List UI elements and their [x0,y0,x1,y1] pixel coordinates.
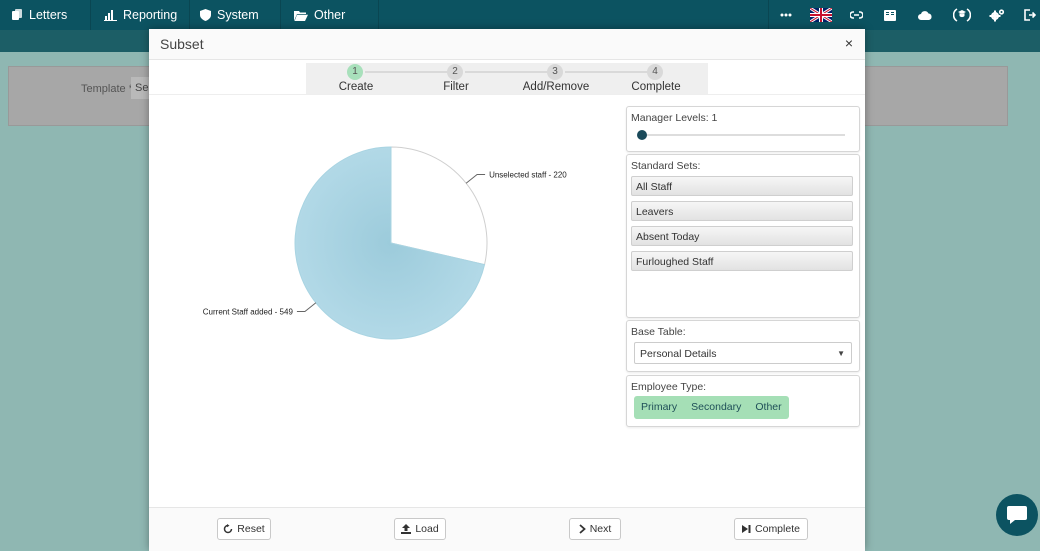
employee-type-other[interactable]: Other [748,396,788,419]
chat-button[interactable] [996,494,1038,536]
employee-type-primary[interactable]: Primary [634,396,684,419]
load-label: Load [415,523,439,535]
upload-icon [401,524,412,534]
subset-modal: Subset × 1 Create 2 Filter 3 Add/Remove … [149,29,865,551]
manager-levels-panel: Manager Levels: 1 [626,106,860,152]
reset-button[interactable]: Reset [217,518,271,540]
nav-divider [378,0,379,30]
logout-icon [1024,9,1036,21]
step-forward-icon [742,525,751,533]
step-label: Add/Remove [522,81,590,93]
nav-reporting[interactable]: Reporting [104,0,177,30]
nav-divider [280,0,281,30]
logout-button[interactable] [1018,0,1040,30]
step-number: 4 [647,64,663,80]
shield-icon [200,9,211,21]
manager-levels-slider-handle[interactable] [637,130,647,140]
step-label: Complete [631,81,681,93]
base-table-select[interactable]: Personal Details ▼ [634,342,852,364]
employee-type-panel: Employee Type: Primary Secondary Other [626,375,860,427]
nav-other-label: Other [314,8,346,22]
step-label: Filter [443,81,469,93]
pie-data-label: Current Staff added - 549 [203,307,294,316]
modal-header: Subset × [149,29,865,60]
template-label: Template * [81,83,133,95]
complete-button[interactable]: Complete [734,518,808,540]
nav-other[interactable]: Other [294,0,345,30]
modal-footer: Reset Load Next Complete [149,507,865,551]
nav-system[interactable]: System [200,0,259,30]
standard-sets-label: Standard Sets: [631,160,701,172]
employee-type-secondary[interactable]: Secondary [684,396,748,419]
step-complete[interactable]: 4 Complete [606,63,706,94]
employee-type-toggle: Primary Secondary Other [634,396,789,419]
pie-leader-line [465,174,486,184]
wizard-steps: 1 Create 2 Filter 3 Add/Remove 4 Complet… [306,63,708,94]
modal-title: Subset [160,36,204,52]
top-nav-bar: Letters Reporting System Other [0,0,1040,30]
letters-icon [12,9,22,20]
base-table-value: Personal Details [640,348,717,360]
step-add-remove[interactable]: 3 Add/Remove [506,63,606,94]
cloud-icon [918,10,932,20]
close-button[interactable]: × [845,35,853,51]
nav-letters[interactable]: Letters [11,0,67,30]
nav-divider [768,0,769,30]
manager-levels-slider[interactable] [639,134,845,136]
language-button[interactable] [808,0,834,30]
link-button[interactable] [843,0,869,30]
cloud-button[interactable] [912,0,938,30]
uk-flag-icon [810,8,832,22]
reset-label: Reset [237,523,265,535]
nav-reporting-label: Reporting [123,8,178,22]
folder-open-icon [294,10,308,21]
gears-icon [989,9,1005,22]
base-table-label: Base Table: [631,326,686,338]
set-furloughed-staff-button[interactable]: Furloughed Staff [631,251,853,271]
book-icon [884,9,896,21]
pie-data-label: Unselected staff - 220 [489,171,567,180]
set-leavers-button[interactable]: Leavers [631,201,853,221]
base-table-panel: Base Table: Personal Details ▼ [626,320,860,372]
next-label: Next [589,523,612,535]
load-button[interactable]: Load [394,518,446,540]
staff-pie-chart: Unselected staff - 220 Current Staff adde… [203,146,567,340]
nav-system-label: System [217,8,259,22]
step-number: 2 [447,64,463,80]
bar-chart-icon [104,10,117,21]
badge-icon [953,8,971,22]
steps-divider [149,94,865,95]
complete-label: Complete [755,523,800,535]
step-label: Create [338,81,374,93]
more-button[interactable] [773,0,799,30]
set-all-staff-button[interactable]: All Staff [631,176,853,196]
settings-button[interactable] [984,0,1010,30]
step-filter[interactable]: 2 Filter [406,63,506,94]
book-button[interactable] [877,0,903,30]
step-create[interactable]: 1 Create [306,63,406,94]
more-icon [780,13,792,17]
next-button[interactable]: Next [569,518,621,540]
employee-type-label: Employee Type: [631,381,707,393]
pie-leader-line [296,302,317,312]
set-absent-today-button[interactable]: Absent Today [631,226,853,246]
nav-letters-label: Letters [29,8,68,22]
reset-icon [224,524,233,534]
manager-levels-label: Manager Levels: 1 [631,112,718,124]
step-number: 1 [347,64,363,80]
nav-divider [189,0,190,30]
badge-button[interactable] [948,0,976,30]
step-number: 3 [547,64,563,80]
link-icon [849,11,863,19]
chevron-right-icon [579,524,586,534]
chat-icon [1007,506,1027,524]
standard-sets-panel: Standard Sets: All Staff Leavers Absent … [626,154,860,318]
nav-divider [90,0,91,30]
chevron-down-icon: ▼ [837,349,845,358]
